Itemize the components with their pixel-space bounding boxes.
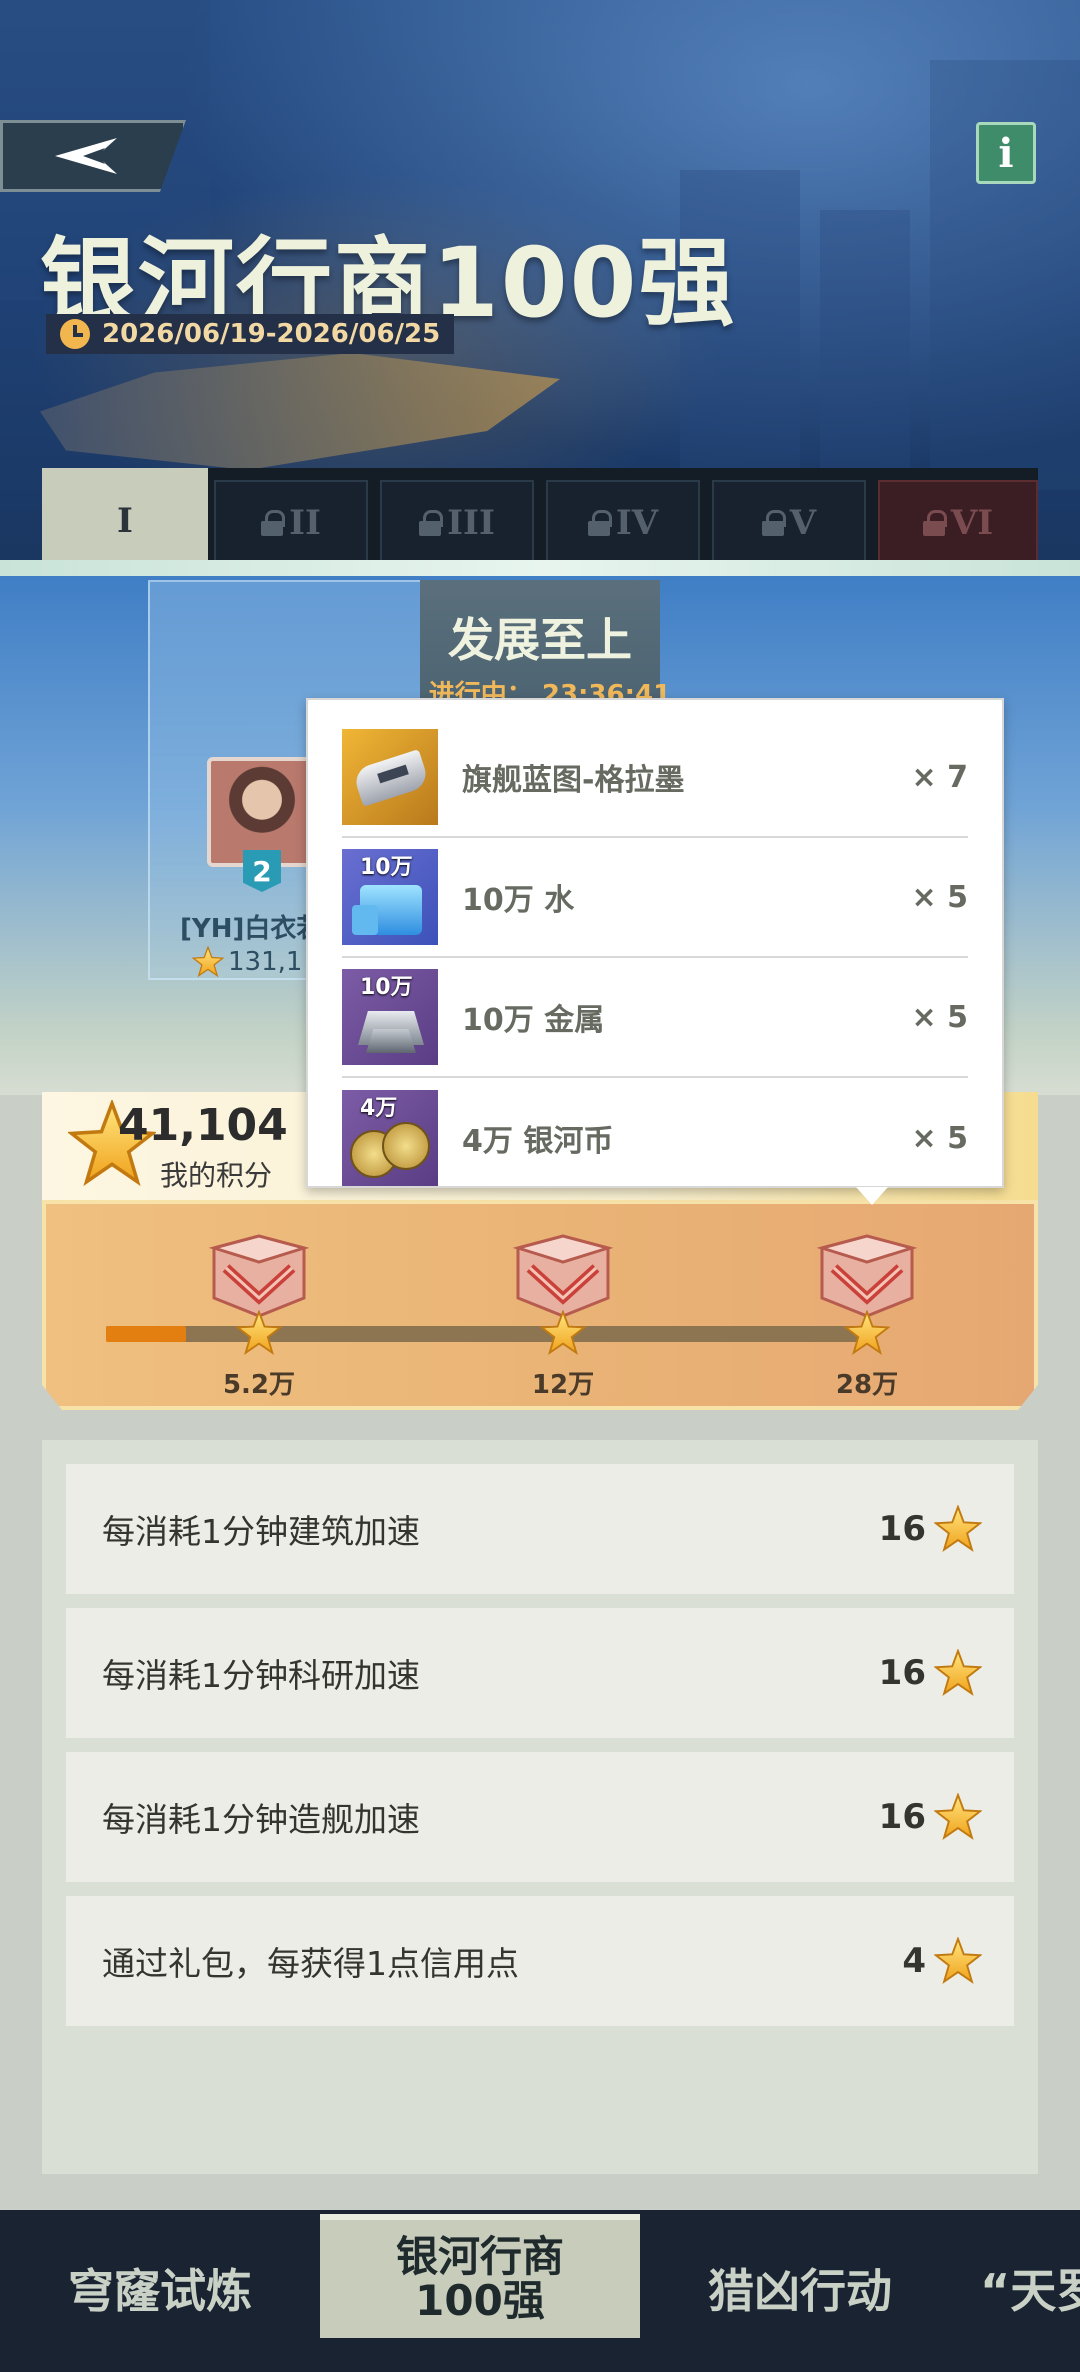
reward-popup: 旗舰蓝图-格拉墨 × 7 10万 10万 水 × 5 10万 10万 金属 × … (306, 698, 1004, 1205)
reward-row: 10万 10万 金属 × 5 (342, 958, 968, 1078)
player-name: [YH]白衣若 (180, 914, 323, 944)
tab-stage-6[interactable]: VI (878, 480, 1038, 566)
reward-name: 10万 金属 (462, 1003, 605, 1038)
lock-icon (261, 510, 286, 536)
nav-item-next[interactable]: “天罗 (980, 2210, 1080, 2372)
clock-icon (60, 319, 90, 349)
nav-label: 银河行商 100强 (395, 2231, 564, 2325)
player-score: 131,1 (192, 946, 302, 978)
metal-icon: 10万 (342, 969, 438, 1065)
task-points: 16 (878, 1653, 926, 1693)
player-score-value: 131,1 (228, 947, 303, 977)
lock-icon (419, 510, 444, 536)
reward-row: 4万 4万 银河币 × 5 (342, 1078, 968, 1198)
lock-icon (761, 510, 786, 536)
tab-label: I (117, 501, 133, 541)
nav-item-hunt-operation[interactable]: 猎凶行动 (640, 2210, 960, 2372)
task-description: 通过礼包，每获得1点信用点 (102, 1944, 519, 1983)
reward-qty: × 5 (911, 1120, 968, 1156)
nav-label: “天罗 (980, 2263, 1080, 2318)
progress-fill (106, 1326, 186, 1342)
bg-building (820, 210, 910, 490)
reward-row: 10万 10万 水 × 5 (342, 838, 968, 958)
star-icon (236, 1310, 282, 1356)
lock-icon (922, 510, 947, 536)
galaxy-coin-icon: 4万 (342, 1090, 438, 1186)
reward-qty: × 7 (911, 759, 968, 795)
stage-name: 发展至上 (448, 613, 632, 667)
tab-label: IV (615, 503, 659, 543)
task-points: 16 (878, 1797, 926, 1837)
star-icon (934, 1793, 982, 1841)
reward-qty: × 5 (911, 879, 968, 915)
tab-stage-3[interactable]: III (380, 480, 534, 566)
task-description: 每消耗1分钟造舰加速 (102, 1800, 420, 1839)
tab-stage-5[interactable]: V (712, 480, 866, 566)
reward-name: 4万 银河币 (462, 1124, 614, 1159)
date-range-text: 2026/06/19-2026/06/25 (102, 319, 441, 349)
milestone-label: 12万 (531, 1370, 595, 1400)
nav-item-galaxy-merchant[interactable]: 银河行商 100强 (320, 2214, 640, 2338)
tab-label: V (789, 503, 817, 543)
tab-label: VI (950, 503, 994, 543)
milestone-label: 28万 (835, 1370, 899, 1400)
task-points: 4 (902, 1941, 926, 1981)
tab-stage-4[interactable]: IV (546, 480, 700, 566)
nav-label: 猎凶行动 (708, 2263, 892, 2318)
reward-name: 旗舰蓝图-格拉墨 (462, 763, 685, 798)
blueprint-icon (342, 729, 438, 825)
back-button[interactable] (0, 120, 186, 192)
event-date-range: 2026/06/19-2026/06/25 (46, 314, 455, 354)
list-item: 每消耗1分钟造舰加速 16 (66, 1752, 1014, 1882)
list-item: 每消耗1分钟建筑加速 16 (66, 1464, 1014, 1594)
star-icon (934, 1649, 982, 1697)
nav-label: 穹窿试炼 (68, 2263, 252, 2318)
bottom-event-nav: 穹窿试炼 银河行商 100强 猎凶行动 “天罗 (0, 2210, 1080, 2372)
info-icon: i (998, 129, 1014, 177)
task-points: 16 (878, 1509, 926, 1549)
star-icon (844, 1310, 890, 1356)
reward-tag: 4万 (360, 1096, 398, 1121)
reward-name: 10万 水 (462, 883, 575, 918)
milestone-label: 5.2万 (222, 1370, 296, 1400)
tab-label: II (289, 503, 321, 543)
bg-ship-art (40, 353, 560, 470)
divider (0, 560, 1080, 576)
star-icon (192, 946, 224, 978)
reward-tag: 10万 (360, 855, 413, 880)
my-score-label: 我的积分 (160, 1159, 273, 1192)
tab-stage-2[interactable]: II (214, 480, 368, 566)
star-icon (934, 1505, 982, 1553)
reward-row: 旗舰蓝图-格拉墨 × 7 (342, 718, 968, 838)
star-icon (540, 1310, 586, 1356)
reward-tag: 10万 (360, 975, 413, 1000)
back-arrow-icon (55, 138, 117, 174)
list-item: 每消耗1分钟科研加速 16 (66, 1608, 1014, 1738)
tab-stage-1[interactable]: I (42, 468, 208, 574)
lock-icon (587, 510, 612, 536)
task-description: 每消耗1分钟科研加速 (102, 1656, 420, 1695)
stage-tabs: I II III IV V VI (42, 468, 1038, 574)
nav-item-dome-trial[interactable]: 穹窿试炼 (0, 2210, 320, 2372)
my-score-value: 41,104 (118, 1100, 288, 1151)
water-icon: 10万 (342, 849, 438, 945)
reward-qty: × 5 (911, 999, 968, 1035)
list-item: 通过礼包，每获得1点信用点 4 (66, 1896, 1014, 2026)
progress-track (106, 1326, 868, 1342)
info-button[interactable]: i (976, 122, 1036, 184)
tab-label: III (447, 503, 495, 543)
star-icon (934, 1937, 982, 1985)
task-description: 每消耗1分钟建筑加速 (102, 1512, 420, 1551)
